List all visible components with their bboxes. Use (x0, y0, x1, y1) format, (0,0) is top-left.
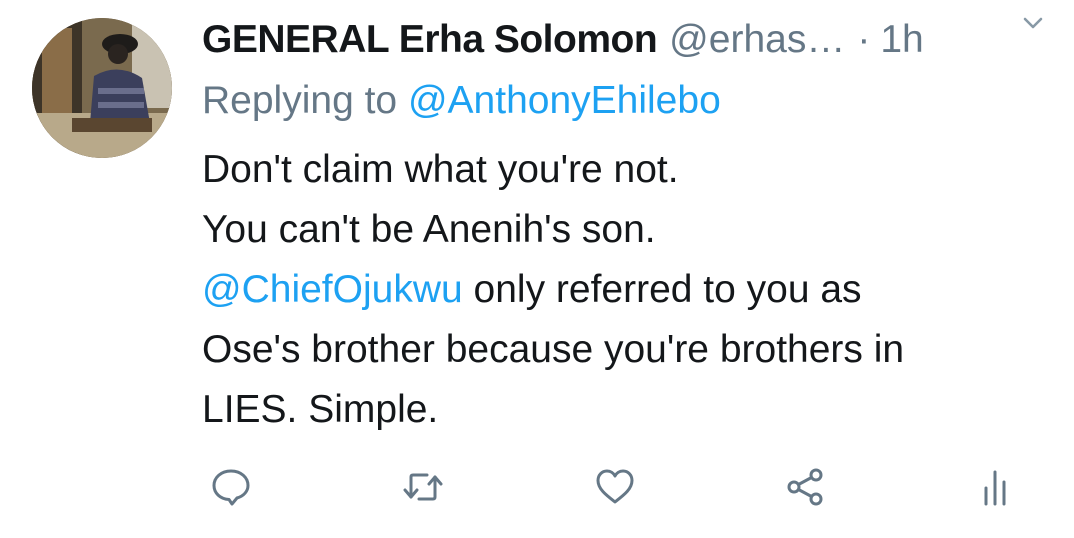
tweet-text: Don't claim what you're not. You can't b… (202, 140, 1042, 440)
retweet-icon (403, 473, 443, 501)
tweet-header: GENERAL Erha Solomon @erhas… · 1h (202, 18, 1054, 62)
share-icon (787, 468, 823, 506)
tweet-text-line: @ChiefOjukwu only referred to you as (202, 260, 1042, 320)
action-bar (200, 462, 1020, 512)
avatar[interactable] (32, 18, 172, 158)
retweet-button[interactable] (398, 462, 448, 512)
tweet-text-line: Don't claim what you're not. (202, 148, 679, 191)
more-options-button[interactable] (1020, 10, 1046, 36)
timestamp[interactable]: 1h (880, 18, 923, 62)
replying-to-mention[interactable]: @AnthonyEhilebo (408, 79, 721, 122)
tweet[interactable]: GENERAL Erha Solomon @erhas… · 1h Replyi… (0, 0, 1074, 538)
avatar-photo (32, 18, 172, 158)
tweet-text-line: LIES. Simple. (202, 388, 439, 431)
user-handle[interactable]: @erhas… (669, 18, 845, 62)
tweet-text-line: You can't be Anenih's son. (202, 208, 656, 251)
replying-to-label: Replying to (202, 79, 408, 122)
reply-button[interactable] (206, 462, 256, 512)
mention-link[interactable]: @ChiefOjukwu (202, 268, 463, 311)
display-name[interactable]: GENERAL Erha Solomon (202, 18, 658, 62)
reply-bubble-icon (212, 469, 250, 506)
chevron-down-icon (1023, 17, 1043, 29)
replying-to: Replying to @AnthonyEhilebo (202, 78, 721, 124)
heart-icon (596, 469, 634, 504)
analytics-icon (984, 470, 1006, 506)
analytics-button[interactable] (970, 462, 1020, 512)
share-button[interactable] (780, 462, 830, 512)
separator-dot: · (857, 18, 871, 61)
tweet-text-line: Ose's brother because you're brothers in (202, 328, 905, 371)
tweet-text-fragment: only referred to you as (462, 268, 862, 311)
like-button[interactable] (590, 462, 640, 512)
